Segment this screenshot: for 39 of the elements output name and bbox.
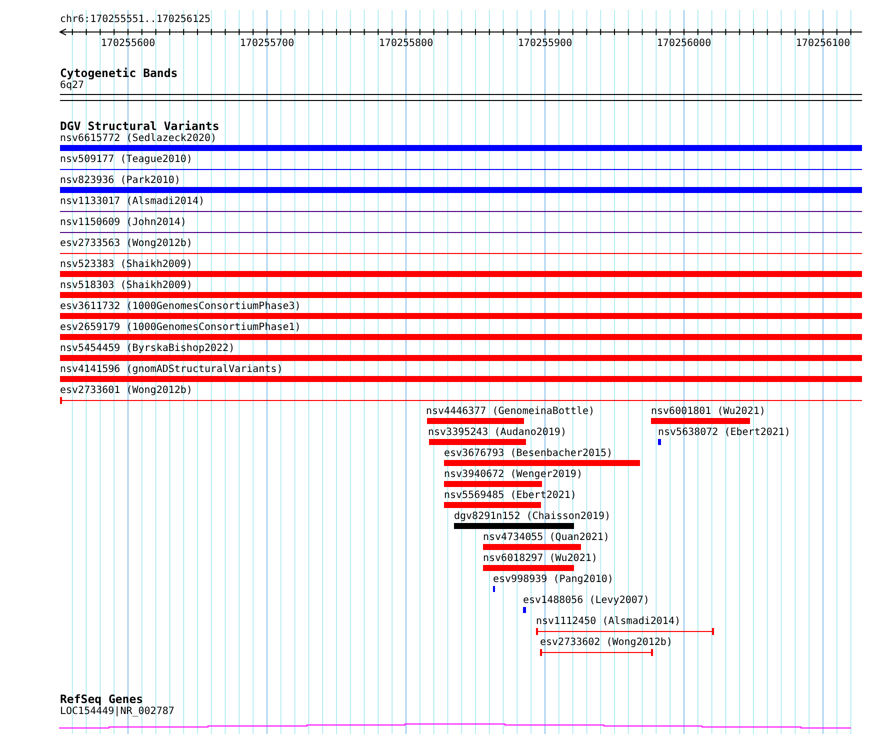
feature-label: nsv518303 (Shaikh2009) [60,280,192,292]
feature-label: nsv3940672 (Wenger2019) [444,469,582,481]
feature-label: nsv509177 (Teague2010) [60,154,192,166]
feature-label: esv2733563 (Wong2012b) [60,238,192,250]
tick-label: 170255700 [240,38,294,50]
feature-label: nsv3395243 (Audano2019) [428,427,566,439]
feature-label: nsv6001801 (Wu2021) [651,406,766,418]
feature-label: nsv1150609 (John2014) [60,217,186,229]
feature-label: nsv4446377 (GenomeinaBottle) [426,406,595,418]
feature-label: esv2733602 (Wong2012b) [540,637,672,649]
feature-label: nsv5454459 (ByrskaBishop2022) [60,343,235,355]
tick-label: 170256000 [656,38,712,50]
feature-label: esv2733601 (Wong2012b) [60,385,192,397]
feature-label: nsv6018297 (Wu2021) [483,553,598,565]
feature-label: nsv5638072 (Ebert2021) [658,427,790,439]
track-title: RefSeq Genes [60,693,144,706]
feature-label: nsv1133017 (Alsmadi2014) [60,196,204,208]
feature-label: esv3611732 (1000GenomesConsortiumPhase3) [60,301,301,313]
tick-label: 170255900 [518,38,572,50]
tick-label: 170255800 [378,38,434,50]
track-title: Cytogenetic Bands [60,67,178,80]
feature-label: nsv6615772 (Sedlazeck2020) [60,133,217,145]
feature-label: nsv823936 (Park2010) [60,175,180,187]
gene-label: LOC154449|NR_002787 [60,706,174,718]
track-title: DGV Structural Variants [60,120,220,133]
feature-label: esv998939 (Pang2010) [493,574,614,586]
feature-label: dgv8291n152 (Chaisson2019) [454,511,611,523]
tick-label: 170256100 [796,38,850,50]
feature-label: nsv1112450 (Alsmadi2014) [536,616,680,628]
feature-label: nsv4141596 (gnomADStructuralVariants) [60,364,283,376]
feature-label: nsv5569485 (Ebert2021) [444,490,576,502]
feature-label: nsv523383 (Shaikh2009) [60,259,192,271]
band-label: 6q27 [60,80,84,92]
feature-label: esv2659179 (1000GenomesConsortiumPhase1) [60,322,301,334]
feature-label: nsv4734055 (Quan2021) [483,532,610,544]
feature-label: esv1488056 (Levy2007) [523,595,650,607]
tick-label: 170255600 [100,38,156,50]
feature-label: esv3676793 (Besenbacher2015) [444,448,613,460]
location-label: chr6:170255551..170256125 [60,14,211,26]
